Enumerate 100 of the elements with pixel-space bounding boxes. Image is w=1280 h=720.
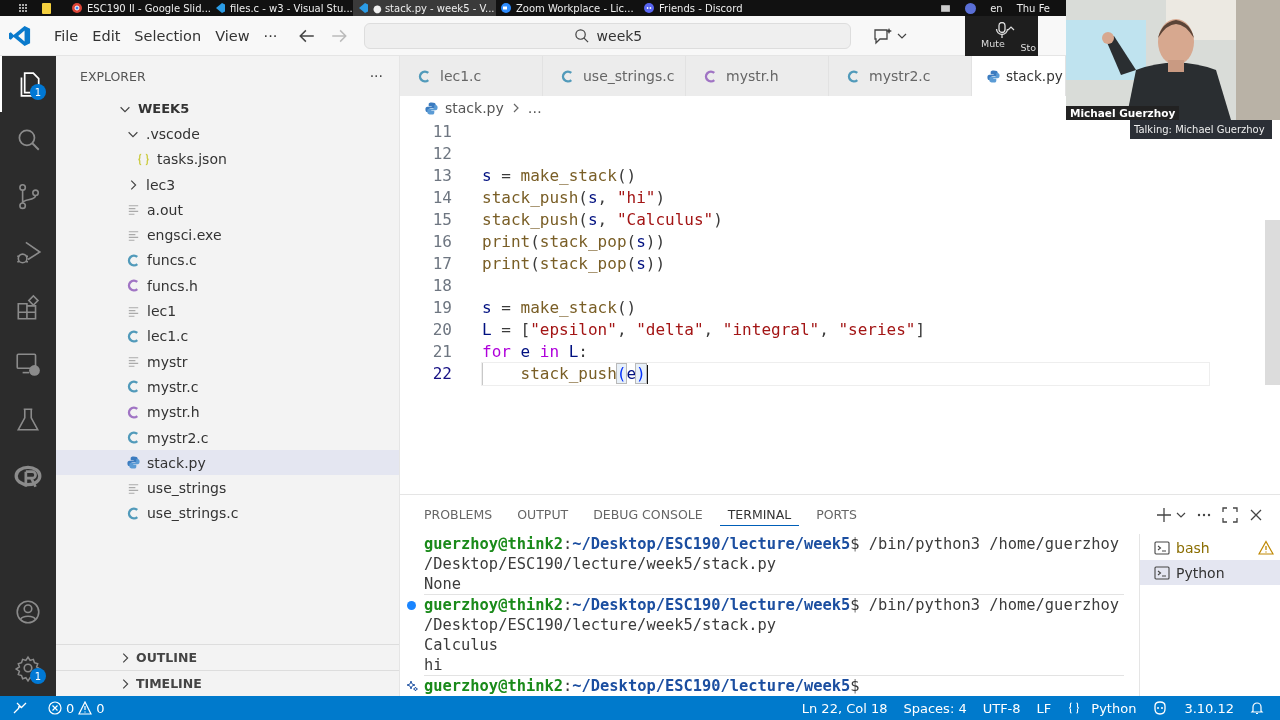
explorer-file[interactable]: use_strings [56, 475, 399, 501]
explorer-file[interactable]: stack.py [56, 450, 399, 476]
terminal-line: /Desktop/ESC190/lecture/week5/stack.py [424, 615, 777, 635]
explorer-file[interactable]: mystr2.c [56, 424, 399, 451]
explorer-file[interactable]: use_strings.c [56, 500, 399, 527]
menu-item[interactable]: Selection [127, 23, 209, 48]
python-icon [424, 100, 439, 116]
chat-icon[interactable] [940, 2, 952, 14]
terminal-session[interactable]: Python [1140, 560, 1280, 585]
terminal-line: hi [424, 655, 1124, 676]
line-number: 13 [431, 165, 452, 187]
maximize-icon[interactable] [1222, 506, 1238, 523]
stop-label[interactable]: Sto [1020, 41, 1036, 53]
terminal-line: /Desktop/ESC190/lecture/week5/stack.py [424, 554, 777, 574]
python-icon [986, 68, 1001, 84]
code-line: stack_push(s, "hi") [482, 187, 667, 209]
editor-tab[interactable]: mystr.h [686, 56, 829, 96]
notification-badge: 1 [30, 84, 46, 100]
terminal-line: guerzhoy@think2:~/Desktop/ESC190/lecture/week5$ /bin/python3 /home/guerzhoy [424, 595, 1119, 615]
command-center-search[interactable]: week5 [364, 22, 852, 49]
c-file-icon [126, 430, 141, 445]
taskbar-window[interactable]: Zoom Workplace - Lic... [496, 0, 639, 16]
scrollbar-thumb[interactable] [1265, 220, 1280, 385]
status-item[interactable]: LF [1028, 700, 1060, 716]
menu-item[interactable]: Edit [85, 23, 128, 48]
workspace-folder[interactable]: WEEK5 [56, 96, 399, 122]
menu-item[interactable]: View [208, 23, 257, 48]
editor-tab[interactable]: stack.py [972, 56, 1066, 96]
error-icon [48, 701, 62, 715]
panel-tab[interactable]: OUTPUT [509, 503, 577, 526]
line-number: 12 [431, 143, 452, 165]
line-number: 19 [431, 297, 452, 319]
chat-bubble-icon[interactable] [873, 26, 894, 45]
status-item[interactable]: Ln 22, Col 18 [793, 700, 896, 716]
c-file-icon [126, 505, 141, 521]
participant-name: Michael Guerzhoy [1066, 106, 1180, 120]
menu-item[interactable]: File [47, 23, 86, 48]
taskbar-window[interactable]: files.c - w3 - Visual Stu... [210, 0, 353, 16]
vscode-icon [358, 3, 368, 13]
copilot-icon [1152, 700, 1169, 716]
panel-tab[interactable]: DEBUG CONSOLE [585, 503, 711, 526]
explorer-file[interactable]: tasks.json [56, 146, 399, 172]
taskbar-window[interactable]: ● stack.py - week5 - V... [353, 0, 496, 16]
explorer-file[interactable]: lec1.c [56, 323, 399, 349]
explorer-folder[interactable]: lec3 [56, 171, 399, 198]
breadcrumb-item[interactable]: stack.py [445, 100, 504, 116]
panel-tab[interactable]: PORTS [808, 503, 865, 526]
editor-tab[interactable]: lec1.c [400, 56, 543, 96]
explorer-file[interactable]: mystr [56, 348, 399, 375]
explorer-file[interactable]: funcs.c [56, 247, 399, 274]
explorer-file[interactable]: funcs.h [56, 273, 399, 299]
panel-tab[interactable]: PROBLEMS [416, 503, 501, 526]
clock[interactable]: Thu Fe [1016, 2, 1050, 14]
explorer-file[interactable]: engsci.exe [56, 222, 399, 248]
braces-icon [136, 151, 151, 167]
c-file-icon [126, 379, 141, 395]
taskbar-window[interactable]: ESC190 II - Google Slid... [67, 0, 210, 16]
code-line: print(stack_pop(s)) [482, 231, 667, 253]
notes-icon[interactable] [42, 2, 51, 14]
c-file-icon [126, 278, 141, 294]
problems-indicator[interactable]: 0 0 [40, 700, 113, 716]
status-item[interactable]: UTF-8 [974, 700, 1029, 716]
video-icon[interactable] [965, 2, 977, 14]
explorer-file[interactable]: mystr.c [56, 374, 399, 400]
breadcrumb-item[interactable]: … [527, 100, 542, 116]
language-mode[interactable]: Python [1059, 700, 1145, 716]
browser-icon [72, 3, 82, 13]
line-number: 18 [431, 275, 452, 297]
terminal-icon [1154, 564, 1170, 581]
keyboard-language[interactable]: en [990, 2, 1003, 14]
section-header[interactable]: OUTLINE [56, 644, 399, 670]
mute-button[interactable]: Mute Sto [965, 15, 1039, 56]
editor-tab[interactable]: use_strings.c [543, 56, 686, 96]
line-number: 14 [431, 187, 452, 209]
activity-bar-item[interactable]: 1 [0, 640, 56, 696]
menu-item[interactable]: ··· [256, 23, 285, 48]
more-actions-icon[interactable]: ··· [369, 68, 383, 84]
sparkle-icon[interactable] [406, 680, 418, 692]
line-number: 22 [431, 363, 452, 385]
search-icon [573, 28, 589, 43]
code-line: L = ["epsilon", "delta", "integral", "series"] [482, 319, 927, 341]
app-grid-icon[interactable] [18, 3, 28, 13]
explorer-file[interactable]: mystr.h [56, 399, 399, 425]
taskbar-window[interactable]: Friends - Discord [639, 0, 782, 16]
code-line: stack_push(s, "Calculus") [482, 209, 724, 231]
braces-icon [1067, 701, 1082, 715]
line-number: 17 [431, 253, 452, 275]
explorer-file[interactable]: lec1 [56, 298, 399, 324]
command-status-dot[interactable] [407, 601, 416, 610]
panel-tab[interactable]: TERMINAL [719, 503, 800, 526]
flask-icon [14, 406, 42, 434]
plus-icon[interactable] [1156, 506, 1172, 523]
terminal-session[interactable]: bash [1140, 535, 1280, 560]
explorer-folder[interactable]: .vscode [56, 121, 399, 147]
warning-icon [1258, 539, 1274, 556]
status-item[interactable]: 3.10.12 [1176, 700, 1242, 716]
explorer-file[interactable]: a.out [56, 197, 399, 223]
status-item[interactable]: Spaces: 4 [895, 700, 975, 716]
notification-badge: 1 [30, 668, 46, 684]
explorer-title: EXPLORER [80, 68, 146, 84]
